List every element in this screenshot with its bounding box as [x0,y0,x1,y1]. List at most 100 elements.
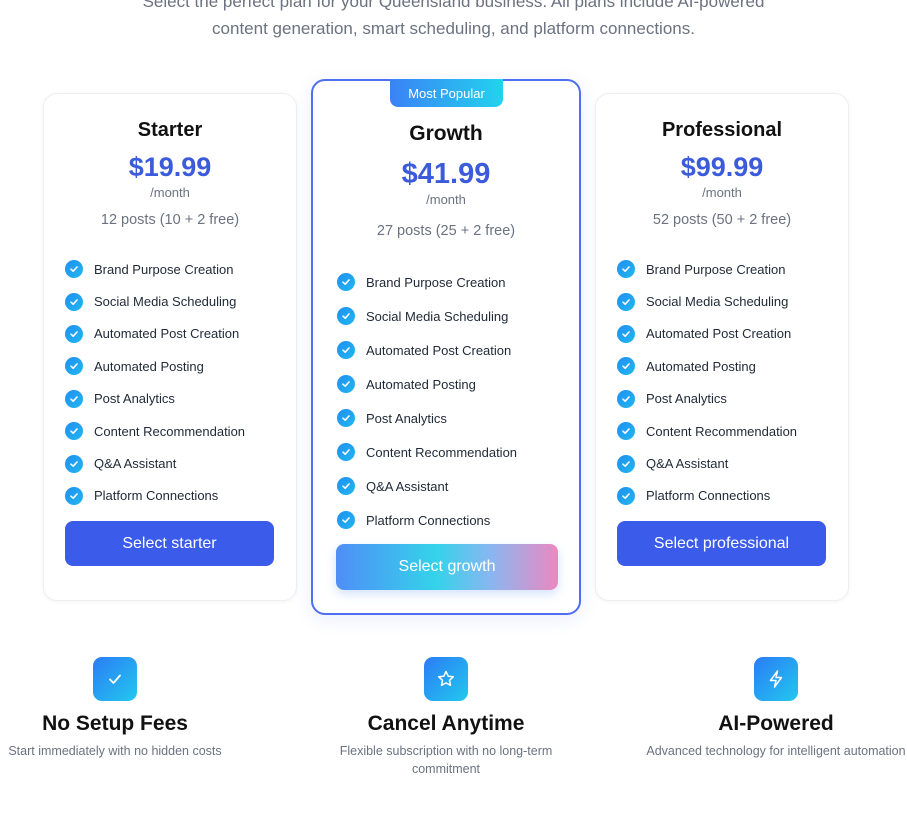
feature-item: Q&A Assistant [337,469,517,503]
feature-label: Social Media Scheduling [94,294,237,310]
plan-period: /month [426,192,466,207]
check-circle-icon [617,422,635,441]
feature-item: Content Recommendation [337,435,517,469]
feature-item: Post Analytics [617,383,797,415]
feature-label: Social Media Scheduling [366,308,509,324]
check-circle-icon [65,422,83,441]
perk-title: Cancel Anytime [367,712,525,735]
pricing-intro: Select the perfect plan for your Queensl… [0,0,907,42]
plan-name: Growth [409,122,483,145]
feature-item: Social Media Scheduling [337,299,517,333]
perk-description: Flexible subscription with no long-term … [339,744,553,776]
select-professional-button[interactable]: Select professional [617,521,826,566]
feature-label: Q&A Assistant [366,478,449,494]
plan-period: /month [150,185,190,200]
feature-item: Post Analytics [65,383,245,415]
feature-label: Post Analytics [94,391,175,407]
check-circle-icon [617,389,635,408]
feature-label: Platform Connections [646,488,771,504]
feature-item: Social Media Scheduling [65,285,245,317]
feature-list: Brand Purpose Creation Social Media Sche… [65,253,245,512]
lightning-icon [754,657,798,701]
perk-title: AI-Powered [718,712,834,735]
feature-label: Content Recommendation [94,423,246,439]
plan-card-professional: Professional $99.99 /month 52 posts (50 … [595,93,849,601]
feature-label: Automated Post Creation [646,326,792,342]
feature-item: Post Analytics [337,401,517,435]
feature-label: Brand Purpose Creation [646,261,786,277]
feature-label: Q&A Assistant [646,456,729,472]
feature-item: Q&A Assistant [617,447,797,479]
plan-period: /month [702,185,742,200]
intro-line-1: Select the perfect plan for your Queensl… [142,0,765,11]
feature-label: Automated Post Creation [94,326,240,342]
check-circle-icon [65,324,83,343]
check-circle-icon [337,511,355,529]
feature-item: Content Recommendation [65,415,245,447]
check-circle-icon [65,486,83,505]
feature-list: Brand Purpose Creation Social Media Sche… [617,253,797,512]
feature-item: Content Recommendation [617,415,797,447]
plan-posts: 12 posts (10 + 2 free) [100,212,240,228]
check-circle-icon [617,357,635,376]
perk-description: Start immediately with no hidden costs [8,744,222,758]
check-circle-icon [337,307,355,325]
check-circle-icon [65,389,83,408]
plan-price: $19.99 [128,152,212,182]
feature-item: Automated Post Creation [65,318,245,350]
feature-item: Brand Purpose Creation [337,265,517,299]
feature-label: Automated Posting [94,358,204,374]
feature-label: Q&A Assistant [94,456,177,472]
intro-line-2: content generation, smart scheduling, an… [212,19,695,38]
feature-label: Platform Connections [366,512,491,528]
check-circle-icon [617,454,635,473]
check-circle-icon [65,260,83,279]
feature-list: Brand Purpose Creation Social Media Sche… [337,265,517,537]
check-circle-icon [617,324,635,343]
feature-item: Platform Connections [337,503,517,537]
feature-item: Automated Post Creation [617,318,797,350]
feature-item: Automated Post Creation [337,333,517,367]
check-circle-icon [337,341,355,359]
feature-label: Platform Connections [94,488,219,504]
check-circle-icon [617,292,635,311]
feature-item: Automated Posting [617,350,797,382]
check-circle-icon [65,292,83,311]
feature-item: Platform Connections [617,480,797,512]
check-circle-icon [65,357,83,376]
check-circle-icon [337,409,355,427]
feature-label: Automated Post Creation [366,342,512,358]
check-circle-icon [617,260,635,279]
most-popular-badge: Most Popular [390,79,503,107]
plan-posts: 52 posts (50 + 2 free) [652,212,792,228]
feature-item: Social Media Scheduling [617,285,797,317]
perk-ai-powered: AI-Powered Advanced technology for intel… [636,657,907,760]
select-growth-button[interactable]: Select growth [336,544,558,590]
feature-label: Brand Purpose Creation [366,274,506,290]
plan-price: $99.99 [680,152,764,182]
feature-item: Automated Posting [65,350,245,382]
plan-name: Professional [661,119,783,141]
feature-label: Post Analytics [366,410,447,426]
check-icon [93,657,137,701]
feature-label: Content Recommendation [646,423,798,439]
check-circle-icon [337,443,355,461]
feature-item: Automated Posting [337,367,517,401]
feature-item: Brand Purpose Creation [617,253,797,285]
check-circle-icon [337,477,355,495]
check-circle-icon [337,273,355,291]
select-starter-button[interactable]: Select starter [65,521,274,566]
plan-price: $41.99 [401,158,491,190]
feature-label: Post Analytics [646,391,727,407]
feature-label: Brand Purpose Creation [94,261,234,277]
feature-label: Social Media Scheduling [646,294,789,310]
feature-label: Content Recommendation [366,444,518,460]
feature-item: Brand Purpose Creation [65,253,245,285]
check-circle-icon [337,375,355,393]
plan-posts: 27 posts (25 + 2 free) [376,223,516,239]
check-circle-icon [65,454,83,473]
feature-label: Automated Posting [366,376,476,392]
perk-cancel-anytime: Cancel Anytime Flexible subscription wit… [306,657,586,778]
check-circle-icon [617,486,635,505]
perk-title: No Setup Fees [42,712,188,735]
